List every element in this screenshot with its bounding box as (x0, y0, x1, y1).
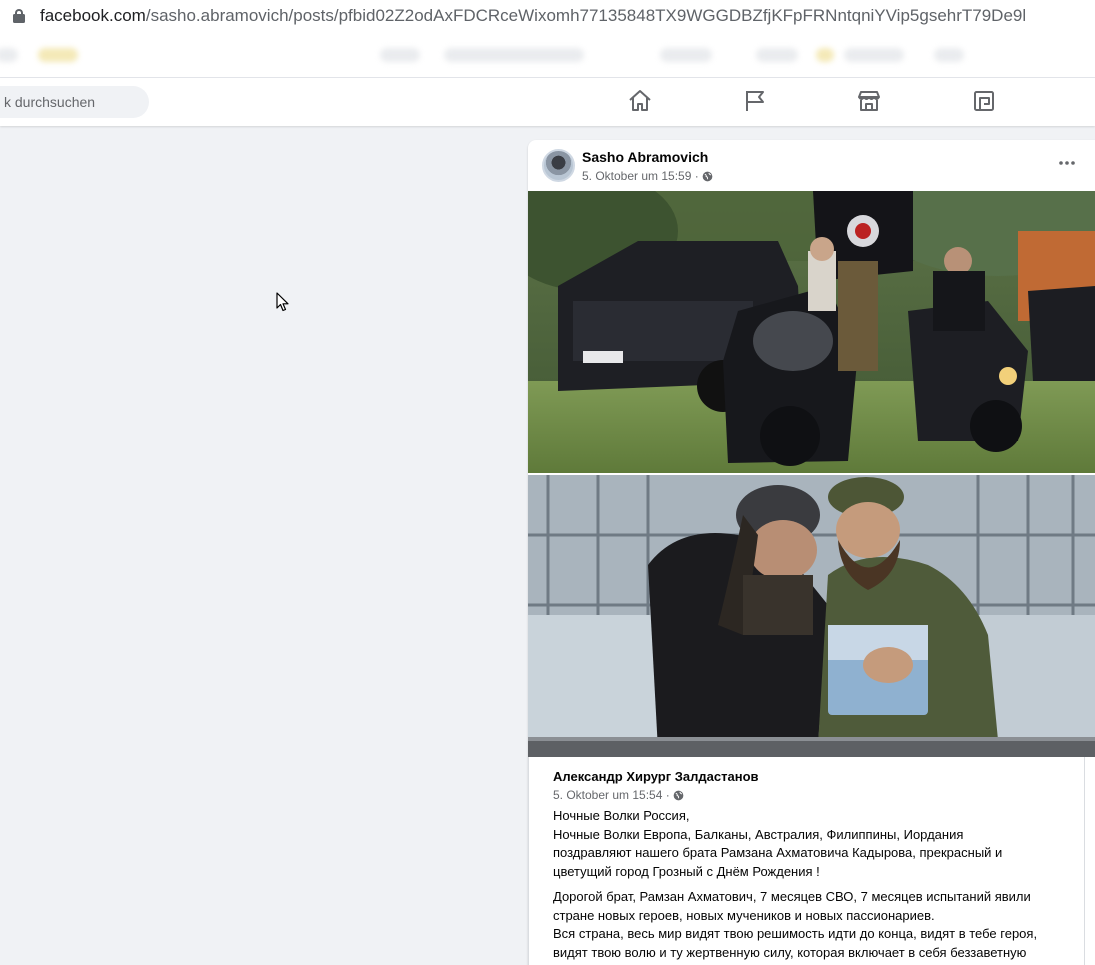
shared-post-text: Ночные Волки Россия, Ночные Волки Европа… (553, 807, 1073, 965)
globe-icon (702, 171, 713, 182)
shared-timestamp[interactable]: 5. Oktober um 15:54 · (553, 788, 670, 802)
address-bar[interactable]: facebook.com/sasho.abramovich/posts/pfbi… (0, 0, 1095, 34)
post-photo-two-men[interactable] (528, 475, 1095, 757)
lock-icon (13, 9, 25, 23)
search-input[interactable]: k durchsuchen (0, 86, 149, 118)
shared-paragraph-1: Ночные Волки Россия, Ночные Волки Европа… (553, 808, 1003, 880)
pages-flag-icon[interactable] (742, 88, 768, 114)
globe-icon (673, 790, 684, 801)
post-meta: 5. Oktober um 15:59 · (582, 169, 713, 183)
gaming-icon[interactable] (971, 88, 997, 114)
post-author-name[interactable]: Sasho Abramovich (582, 149, 708, 165)
mouse-cursor-icon (276, 292, 290, 312)
shared-author-name[interactable]: Александр Хирург Залдастанов (553, 769, 759, 784)
shared-post: Александр Хирург Залдастанов 5. Oktober … (528, 757, 1085, 965)
more-horizontal-icon[interactable] (1057, 153, 1077, 173)
post-photo-motorcycles[interactable] (528, 191, 1095, 473)
url-text[interactable]: facebook.com/sasho.abramovich/posts/pfbi… (40, 6, 1026, 26)
post-card: Sasho Abramovich 5. Oktober um 15:59 · А… (528, 140, 1095, 965)
shared-meta: 5. Oktober um 15:54 · (553, 788, 684, 802)
home-icon[interactable] (627, 88, 653, 114)
author-avatar[interactable] (542, 149, 575, 182)
shared-paragraph-2: Дорогой брат, Рамзан Ахматович, 7 месяце… (553, 888, 1038, 960)
browser-window: facebook.com/sasho.abramovich/posts/pfbi… (0, 0, 1095, 965)
marketplace-icon[interactable] (856, 88, 882, 114)
facebook-top-nav: k durchsuchen (0, 78, 1095, 126)
bookmarks-bar (0, 34, 1095, 78)
post-timestamp[interactable]: 5. Oktober um 15:59 · (582, 169, 699, 183)
